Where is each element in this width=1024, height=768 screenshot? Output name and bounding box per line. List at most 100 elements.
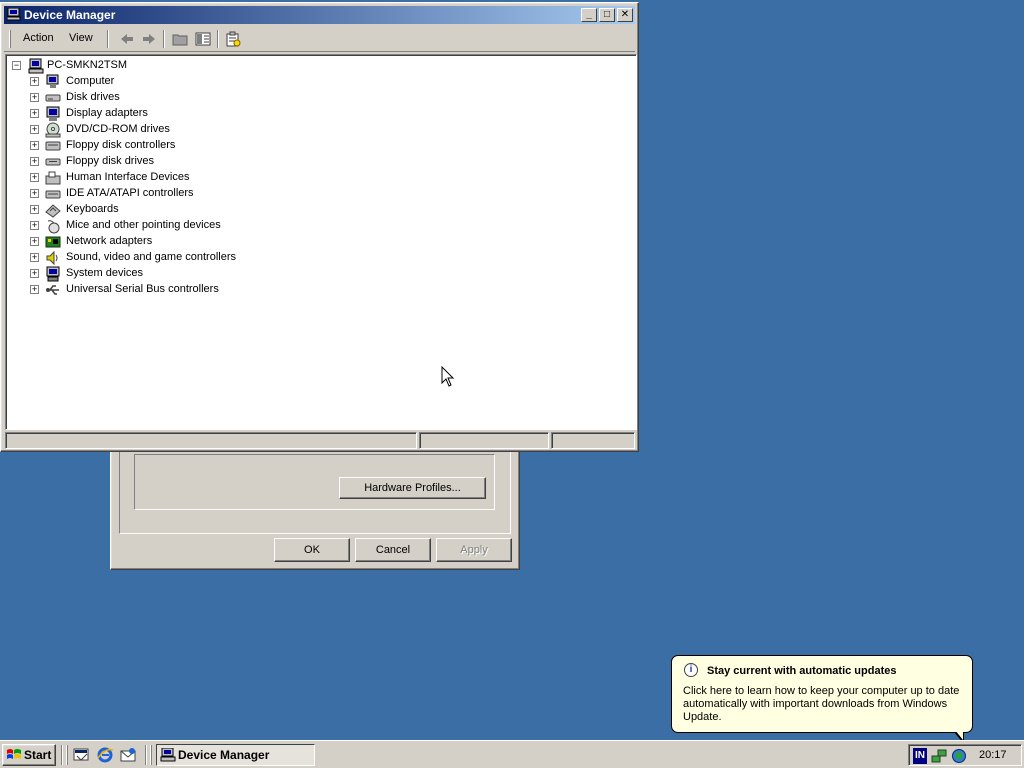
toolbar-separator xyxy=(217,30,219,48)
device-manager-window: Device Manager _ □ ✕ Action View − PC-SM… xyxy=(0,2,639,452)
internet-explorer-icon[interactable] xyxy=(96,746,114,764)
mouse-cursor-icon xyxy=(441,366,455,387)
ok-button[interactable]: OK xyxy=(274,538,350,562)
tree-item-label: Human Interface Devices xyxy=(66,171,190,183)
update-balloon[interactable]: i Stay current with automatic updates Cl… xyxy=(671,655,973,744)
hardware-profiles-button[interactable]: Hardware Profiles... xyxy=(339,477,486,499)
tree-item-label: Disk drives xyxy=(66,91,120,103)
windows-update-icon[interactable] xyxy=(951,748,967,764)
tasks-grip xyxy=(150,745,152,765)
close-icon: ✕ xyxy=(620,9,630,20)
maximize-button[interactable]: □ xyxy=(599,8,615,22)
device-manager-icon xyxy=(160,748,176,762)
ide-controller-icon xyxy=(45,190,61,199)
expand-icon[interactable]: + xyxy=(30,93,39,102)
balloon-title: Stay current with automatic updates xyxy=(707,665,897,677)
tree-item-label: IDE ATA/ATAPI controllers xyxy=(66,187,194,199)
status-cell xyxy=(419,432,549,449)
tree-item-label: Floppy disk drives xyxy=(66,155,155,167)
cancel-button[interactable]: Cancel xyxy=(355,538,431,562)
system-devices-icon xyxy=(46,266,60,282)
system-properties-dialog: Hardware Profiles... OK Cancel Apply xyxy=(110,440,520,570)
expand-icon[interactable]: + xyxy=(30,221,39,230)
toolbar-separator xyxy=(163,30,165,48)
expand-icon[interactable]: + xyxy=(30,157,39,166)
back-arrow-icon[interactable] xyxy=(119,31,135,47)
windows-logo-icon xyxy=(7,749,21,759)
expand-icon[interactable]: + xyxy=(30,189,39,198)
computer-icon xyxy=(28,58,44,74)
expand-icon[interactable]: + xyxy=(30,109,39,118)
floppy-controller-icon xyxy=(45,141,61,151)
apply-button[interactable]: Apply xyxy=(436,538,512,562)
sound-icon xyxy=(46,250,58,266)
info-icon: i xyxy=(684,663,698,677)
system-tray: IN 20:17 xyxy=(908,744,1022,766)
expand-icon[interactable]: + xyxy=(30,237,39,246)
tree-item-label: Network adapters xyxy=(66,235,153,247)
expand-icon[interactable]: + xyxy=(30,285,39,294)
tree-item-label: Floppy disk controllers xyxy=(66,139,176,151)
maximize-icon: □ xyxy=(603,9,611,20)
show-hide-tree-icon[interactable] xyxy=(195,31,211,47)
menu-view[interactable]: View xyxy=(69,32,93,44)
tree-item-label: Universal Serial Bus controllers xyxy=(66,283,219,295)
minimize-icon: _ xyxy=(586,9,592,20)
tree-item-label: System devices xyxy=(66,267,144,279)
keyboard-icon xyxy=(45,204,61,218)
up-folder-icon[interactable] xyxy=(172,31,188,47)
start-button[interactable]: Start xyxy=(2,744,56,766)
status-bar xyxy=(5,432,636,450)
tree-root-label: PC-SMKN2TSM xyxy=(47,59,128,71)
cdrom-icon xyxy=(45,122,61,138)
taskbar-separator xyxy=(145,745,147,765)
device-manager-icon xyxy=(7,8,21,21)
network-adapter-icon xyxy=(45,236,61,248)
balloon-text: Click here to learn how to keep your com… xyxy=(683,685,960,723)
taskbar-device-manager[interactable]: Device Manager xyxy=(156,744,315,766)
hid-icon xyxy=(45,171,61,185)
tree-item-label: Sound, video and game controllers xyxy=(66,251,236,263)
tree-item-label: Display adapters xyxy=(66,107,148,119)
expand-icon[interactable]: + xyxy=(30,77,39,86)
display-adapter-icon xyxy=(46,106,60,121)
hardware-profiles-group: Hardware Profiles... xyxy=(119,447,511,534)
expand-icon[interactable]: + xyxy=(30,205,39,214)
network-tray-icon[interactable] xyxy=(931,748,947,764)
window-title: Device Manager xyxy=(24,8,116,22)
status-cell xyxy=(551,432,635,449)
toolbar-separator xyxy=(107,30,109,48)
clock: 20:17 xyxy=(979,749,1007,761)
taskbar-separator xyxy=(61,745,63,765)
collapse-icon[interactable]: − xyxy=(12,61,21,70)
expand-icon[interactable]: + xyxy=(30,173,39,182)
disk-drive-icon xyxy=(45,94,61,102)
tree-item-label: DVD/CD-ROM drives xyxy=(66,123,170,135)
forward-arrow-icon[interactable] xyxy=(141,31,157,47)
hardware-profiles-frame: Hardware Profiles... xyxy=(134,454,495,510)
menu-action[interactable]: Action xyxy=(23,32,54,44)
expand-icon[interactable]: + xyxy=(30,125,39,134)
status-cell xyxy=(5,432,417,449)
toolbar: Action View xyxy=(4,27,635,52)
taskbar: Start Device Manager IN 20:17 xyxy=(0,740,1024,768)
outlook-express-icon[interactable] xyxy=(119,746,137,764)
task-label: Device Manager xyxy=(178,748,270,762)
properties-icon[interactable] xyxy=(225,31,241,47)
device-tree[interactable]: − PC-SMKN2TSM + Computer + Disk drives + Disp… xyxy=(5,54,637,430)
mouse-icon xyxy=(47,220,60,234)
expand-icon[interactable]: + xyxy=(30,141,39,150)
close-button[interactable]: ✕ xyxy=(617,8,633,22)
expand-icon[interactable]: + xyxy=(30,269,39,278)
balloon-tail-fill xyxy=(955,730,963,740)
quicklaunch-grip xyxy=(66,745,68,765)
usb-icon xyxy=(46,285,59,295)
show-desktop-icon[interactable] xyxy=(72,746,90,764)
toolbar-grip xyxy=(9,30,11,48)
minimize-button[interactable]: _ xyxy=(581,8,597,22)
tree-item-label: Mice and other pointing devices xyxy=(66,219,221,231)
tree-item-label: Keyboards xyxy=(66,203,119,215)
title-bar[interactable]: Device Manager _ □ ✕ xyxy=(4,6,635,24)
expand-icon[interactable]: + xyxy=(30,253,39,262)
language-indicator[interactable]: IN xyxy=(913,748,927,764)
